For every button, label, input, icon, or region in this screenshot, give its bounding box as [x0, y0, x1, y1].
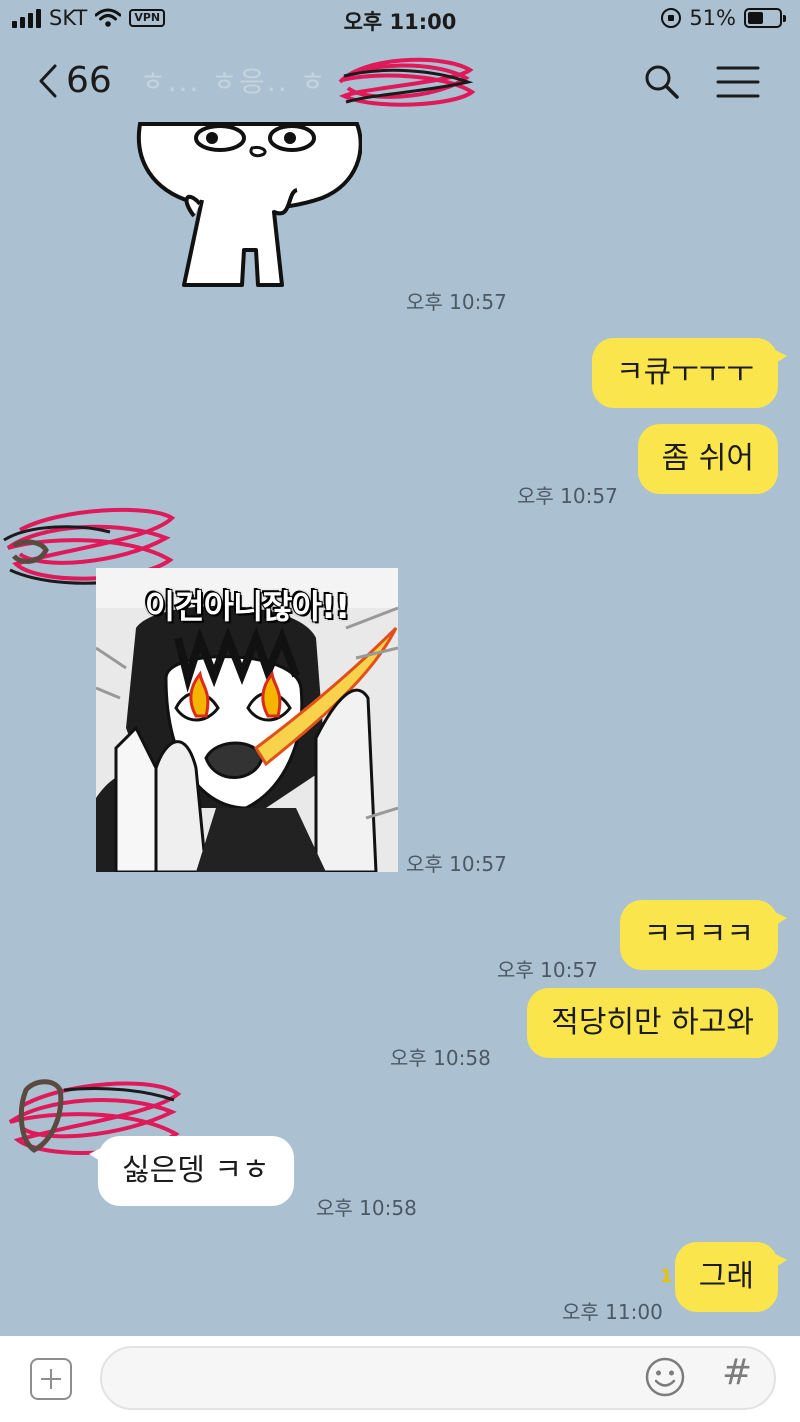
message-input-bar: #	[0, 1336, 800, 1422]
angry-girl-sticker[interactable]: 이건아니잖아!!	[96, 568, 398, 872]
hash-icon[interactable]: #	[722, 1352, 752, 1393]
rotation-lock-icon	[661, 8, 682, 28]
search-icon[interactable]	[642, 62, 682, 102]
message-time: 오후 10:58	[390, 1046, 491, 1070]
chat-area: 오후 10:57 ㅋ큐ㅜㅜㅜ 좀 쉬어 오후 10:57 이건아니잖아!! 오후…	[0, 120, 800, 1336]
unread-chat-count: 66	[66, 60, 112, 101]
unread-count-badge: 1	[660, 1266, 673, 1287]
battery-percent: 51%	[689, 6, 736, 30]
message-time: 오후 11:00	[562, 1300, 663, 1324]
emoji-icon[interactable]	[644, 1356, 686, 1398]
status-bar: SKT VPN 오후 11:00 51%	[0, 0, 800, 40]
chevron-left-icon	[39, 64, 57, 97]
back-button[interactable]: 66	[36, 60, 112, 101]
menu-icon[interactable]	[716, 64, 760, 100]
message-time: 오후 10:58	[316, 1196, 417, 1220]
chat-room-title: ㅎ... ㅎ응.. ㅎ	[140, 65, 328, 98]
my-message-bubble[interactable]: 그래	[674, 1242, 788, 1312]
message-time: 오후 10:57	[406, 852, 507, 876]
message-time: 오후 10:57	[497, 958, 598, 982]
sticker-caption: 이건아니잖아!!	[144, 586, 351, 627]
plus-icon[interactable]	[30, 1358, 72, 1400]
redaction-scribble-icon	[338, 57, 476, 107]
status-right: 51%	[661, 6, 786, 30]
my-message-bubble[interactable]: 좀 쉬어	[637, 424, 778, 494]
chat-header: 66 ㅎ... ㅎ응.. ㅎ	[0, 44, 800, 120]
other-message-bubble[interactable]: 싫은뎅 ㅋㅎ	[89, 1136, 294, 1206]
message-time: 오후 10:57	[406, 290, 507, 314]
my-message-bubble[interactable]: ㅋ큐ㅜㅜㅜ	[592, 338, 787, 408]
battery-icon	[744, 8, 786, 28]
my-message-bubble[interactable]: 적당히만 하고와	[527, 988, 778, 1058]
message-time: 오후 10:57	[517, 484, 618, 508]
cartoon-character-sticker[interactable]	[132, 120, 362, 290]
my-message-bubble[interactable]: ㅋㅋㅋㅋ	[619, 900, 788, 970]
